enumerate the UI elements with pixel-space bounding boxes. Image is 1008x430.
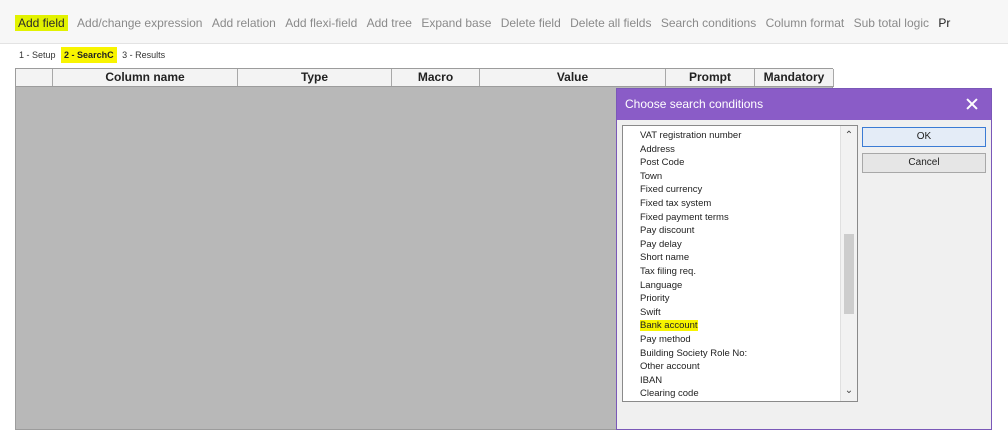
list-item-label: Priority xyxy=(640,293,670,305)
sub-total-logic-button[interactable]: Sub total logic xyxy=(854,16,929,30)
list-items: VAT registration number Address Post Code T… xyxy=(640,129,747,401)
list-item[interactable]: VAT registration number xyxy=(640,129,747,143)
close-icon[interactable] xyxy=(965,97,979,111)
scroll-down-icon[interactable]: ⌄ xyxy=(841,383,857,399)
truncated-toolbar-button[interactable]: Pr xyxy=(938,16,950,30)
search-conditions-list[interactable]: VAT registration number Address Post Code T… xyxy=(622,125,858,402)
list-item[interactable]: Fixed payment terms xyxy=(640,211,747,225)
grid-header: Column name Type Macro Value Prompt Mand… xyxy=(16,69,834,87)
list-item-label: IBAN xyxy=(640,374,663,386)
list-item[interactable]: Address xyxy=(640,143,747,157)
tab-search-conditions[interactable]: 2 - SearchC xyxy=(61,47,117,63)
scroll-thumb[interactable] xyxy=(844,234,854,314)
list-item[interactable]: Town xyxy=(640,170,747,184)
list-item[interactable]: Other account xyxy=(640,360,747,374)
toolbar: Add field Add/change expression Add rela… xyxy=(0,0,1008,44)
type-header[interactable]: Type xyxy=(238,69,392,86)
list-item[interactable]: Tax filing req. xyxy=(640,265,747,279)
list-item-label: Fixed currency xyxy=(640,184,703,196)
list-item[interactable]: Language xyxy=(640,279,747,293)
add-field-button[interactable]: Add field xyxy=(15,15,68,31)
dialog-title: Choose search conditions xyxy=(617,89,991,120)
value-header[interactable]: Value xyxy=(480,69,666,86)
list-item-label: Post Code xyxy=(640,157,685,169)
prompt-header[interactable]: Prompt xyxy=(666,69,755,86)
tab-strip: 1 - Setup 2 - SearchC 3 - Results xyxy=(16,47,168,64)
list-item-label: Pay discount xyxy=(640,225,695,237)
list-item-label: VAT registration number xyxy=(640,130,742,141)
list-item[interactable]: Pay method xyxy=(640,333,747,347)
list-item[interactable]: Short name xyxy=(640,251,747,265)
toolbar-row: Add field Add/change expression Add rela… xyxy=(15,15,956,31)
expand-base-button[interactable]: Expand base xyxy=(421,16,491,30)
add-change-expression-button[interactable]: Add/change expression xyxy=(77,16,202,30)
list-item-label: Town xyxy=(640,170,663,182)
ok-button[interactable]: OK xyxy=(862,127,986,147)
delete-field-button[interactable]: Delete field xyxy=(501,16,561,30)
list-item-label: Address xyxy=(640,143,675,155)
list-item[interactable]: Post Code xyxy=(640,156,747,170)
search-conditions-dialog: Choose search conditions VAT registratio… xyxy=(616,88,992,430)
list-item-label: Fixed payment terms xyxy=(640,211,729,223)
tab-setup[interactable]: 1 - Setup xyxy=(16,47,59,63)
add-flexi-field-button[interactable]: Add flexi-field xyxy=(285,16,357,30)
column-name-header[interactable]: Column name xyxy=(53,69,238,86)
tab-results[interactable]: 3 - Results xyxy=(119,47,168,63)
list-item[interactable]: Fixed tax system xyxy=(640,197,747,211)
list-item-label: Short name xyxy=(640,252,690,264)
list-item[interactable]: Priority xyxy=(640,292,747,306)
list-item-label: Swift xyxy=(640,306,661,318)
list-item-label: Bank account xyxy=(640,320,698,332)
list-item[interactable]: IBAN xyxy=(640,374,747,388)
list-item[interactable]: Bank account xyxy=(640,319,747,333)
search-conditions-button[interactable]: Search conditions xyxy=(661,16,756,30)
list-item-label: Tax filing req. xyxy=(640,265,696,277)
mandatory-header[interactable]: Mandatory xyxy=(755,69,834,86)
add-tree-button[interactable]: Add tree xyxy=(367,16,412,30)
delete-all-fields-button[interactable]: Delete all fields xyxy=(570,16,651,30)
list-item[interactable]: Pay delay xyxy=(640,238,747,252)
column-format-button[interactable]: Column format xyxy=(766,16,845,30)
list-item-label: Pay delay xyxy=(640,238,682,250)
list-item-label: Pay method xyxy=(640,333,691,345)
list-item[interactable]: Fixed currency xyxy=(640,183,747,197)
row-selector-header xyxy=(16,69,53,86)
list-item-label: Fixed tax system xyxy=(640,197,712,209)
list-scrollbar[interactable]: ⌃ ⌄ xyxy=(840,126,857,401)
list-item-label: Other account xyxy=(640,361,700,373)
macro-header[interactable]: Macro xyxy=(392,69,480,86)
list-item[interactable]: Building Society Role No: xyxy=(640,347,747,361)
list-item-label: Building Society Role No: xyxy=(640,347,748,359)
cancel-button[interactable]: Cancel xyxy=(862,153,986,173)
list-item-label: Language xyxy=(640,279,683,291)
add-relation-button[interactable]: Add relation xyxy=(212,16,276,30)
list-item[interactable]: Swift xyxy=(640,306,747,320)
scroll-up-icon[interactable]: ⌃ xyxy=(841,128,857,144)
list-item[interactable]: Pay discount xyxy=(640,224,747,238)
list-item[interactable]: Clearing code xyxy=(640,387,747,401)
list-item-label: Clearing code xyxy=(640,388,699,400)
